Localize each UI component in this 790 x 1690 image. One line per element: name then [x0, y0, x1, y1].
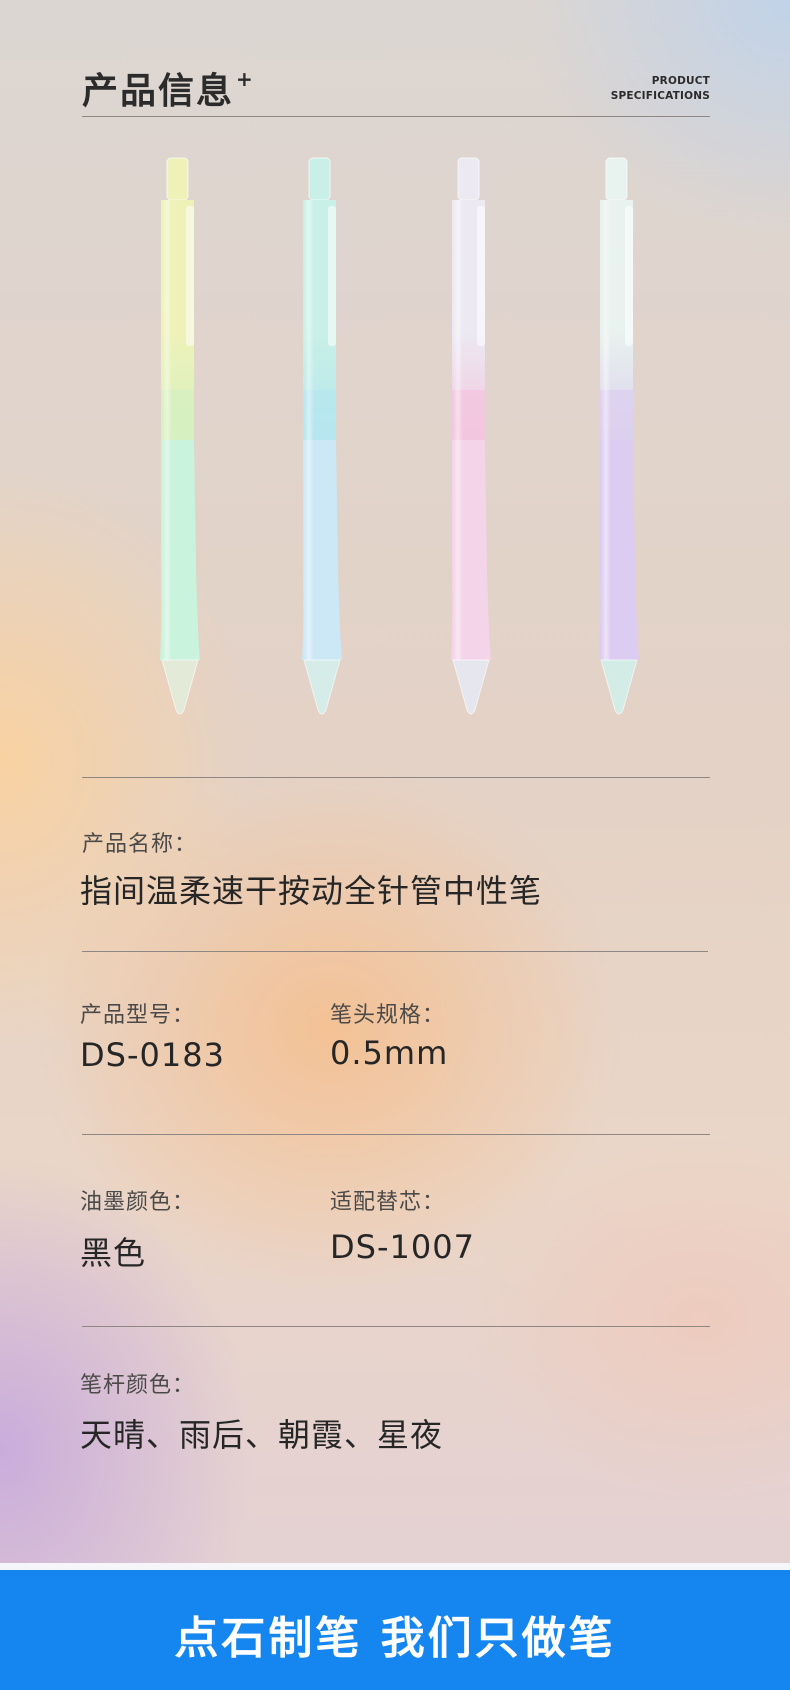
divider-1 [82, 777, 710, 778]
title-text: 产品信息 [82, 71, 235, 112]
refill-value: DS-1007 [330, 1228, 475, 1266]
title-plus-mark: + [236, 67, 255, 91]
subtitle-line-2: SPECIFICATIONS [610, 90, 710, 102]
pen-image-1 [160, 157, 200, 715]
pen-image-3 [451, 157, 491, 715]
page-title: 产品信息 + [82, 62, 255, 114]
divider-2 [82, 951, 708, 952]
pen-image-2 [302, 157, 342, 715]
footer-banner: 点石制笔 我们只做笔 [0, 1570, 790, 1690]
section-header: 产品信息 + PRODUCT SPECIFICATIONS [82, 56, 710, 118]
product-name-value: 指间温柔速干按动全针管中性笔 [80, 872, 543, 910]
footer-edge [0, 1563, 790, 1570]
ink-color-label: 油墨颜色： [80, 1190, 196, 1215]
barrel-color-value: 天晴、雨后、朝霞、星夜 [80, 1416, 444, 1454]
brand-slogan: 点石制笔 我们只做笔 [174, 1613, 616, 1664]
model-value: DS-0183 [80, 1036, 225, 1074]
divider-4 [82, 1326, 710, 1327]
product-image [0, 150, 790, 720]
pen-image-4 [599, 157, 639, 715]
tip-spec-value: 0.5mm [330, 1034, 449, 1072]
divider-3 [82, 1134, 710, 1135]
english-subtitle: PRODUCT SPECIFICATIONS [611, 74, 710, 104]
ink-color-value: 黑色 [80, 1234, 147, 1272]
barrel-color-label: 笔杆颜色： [80, 1373, 196, 1398]
model-label: 产品型号： [80, 1003, 196, 1028]
refill-label: 适配替芯： [330, 1190, 446, 1215]
subtitle-line-1: PRODUCT [651, 75, 710, 87]
product-name-label: 产品名称： [82, 832, 198, 857]
tip-spec-label: 笔头规格： [330, 1003, 446, 1028]
header-divider [82, 116, 710, 117]
